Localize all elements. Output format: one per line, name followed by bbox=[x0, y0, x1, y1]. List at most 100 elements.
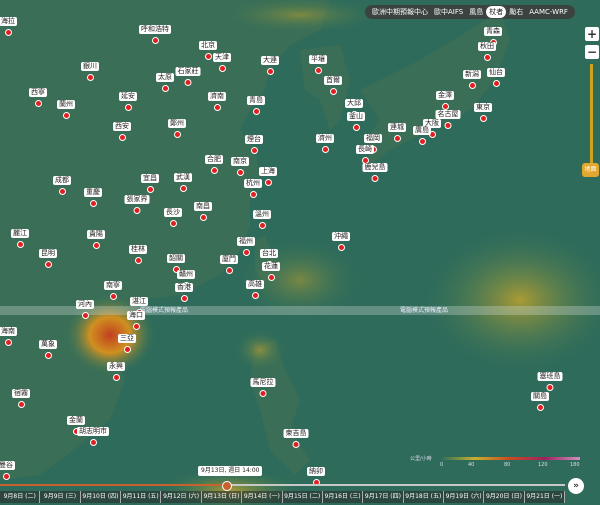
timeline-day[interactable]: 9月21日 (一) bbox=[524, 491, 566, 503]
city-marker[interactable]: 海南 bbox=[0, 327, 17, 346]
city-marker[interactable]: 河內 bbox=[76, 300, 94, 319]
city-marker[interactable]: 張家界 bbox=[124, 195, 150, 214]
city-label: 名古屋 bbox=[435, 110, 461, 119]
city-marker[interactable]: 宿霧 bbox=[12, 389, 30, 408]
timeline-day[interactable]: 9月17日 (四) bbox=[363, 491, 404, 503]
city-marker[interactable]: 鹿兒島 bbox=[362, 163, 388, 182]
timeline-knob[interactable] bbox=[222, 481, 232, 491]
city-marker[interactable]: 柬吉島 bbox=[283, 429, 309, 448]
model-tab[interactable]: 歐中AIFS bbox=[431, 6, 466, 18]
city-marker[interactable]: 廣島 bbox=[413, 126, 431, 145]
city-marker[interactable]: 平壤 bbox=[309, 55, 327, 74]
city-marker[interactable]: 西寧 bbox=[29, 88, 47, 107]
city-label: 長沙 bbox=[164, 208, 182, 217]
location-dot-icon bbox=[133, 207, 141, 214]
city-marker[interactable]: 石家莊 bbox=[175, 67, 201, 86]
city-marker[interactable]: 蘭州 bbox=[57, 100, 75, 119]
timeline-day[interactable]: 9月16日 (三) bbox=[322, 491, 364, 503]
city-marker[interactable]: 秋田 bbox=[478, 42, 496, 61]
city-marker[interactable]: 長崎 bbox=[356, 145, 374, 164]
next-day-button[interactable]: » bbox=[568, 478, 584, 494]
city-marker[interactable]: 金澤 bbox=[436, 91, 454, 110]
city-marker[interactable]: 合肥 bbox=[205, 155, 223, 174]
timeline-day[interactable]: 9月18日 (五) bbox=[403, 491, 444, 503]
zoom-in-button[interactable]: + bbox=[585, 27, 599, 41]
timeline-day[interactable]: 9月20日 (日) bbox=[484, 491, 525, 503]
city-marker[interactable]: 東京 bbox=[474, 103, 492, 122]
zoom-out-button[interactable]: − bbox=[585, 45, 599, 59]
altitude-slider-knob[interactable]: 地面 bbox=[582, 163, 599, 177]
city-label: 北京 bbox=[199, 41, 217, 50]
city-label: 宿霧 bbox=[12, 389, 30, 398]
city-marker[interactable]: 南昌 bbox=[194, 202, 212, 221]
city-marker[interactable]: 宜昌 bbox=[141, 174, 159, 193]
city-marker[interactable]: 仙台 bbox=[487, 68, 505, 87]
city-marker[interactable]: 濟州 bbox=[316, 134, 334, 153]
city-label: 海南 bbox=[0, 327, 17, 336]
city-marker[interactable]: 香港 bbox=[175, 283, 193, 302]
city-marker[interactable]: 萬象 bbox=[39, 340, 57, 359]
timeline-day[interactable]: 9月13日 (日) bbox=[201, 491, 243, 503]
city-marker[interactable]: 桂林 bbox=[129, 245, 147, 264]
city-marker[interactable]: 馬尼拉 bbox=[250, 378, 276, 397]
location-dot-icon bbox=[62, 112, 70, 119]
city-marker[interactable]: 釜山 bbox=[347, 112, 365, 131]
city-marker[interactable]: 西安 bbox=[113, 122, 131, 141]
timeline-day[interactable]: 9月11日 (五) bbox=[121, 491, 162, 503]
city-marker[interactable]: 武漢 bbox=[174, 173, 192, 192]
city-marker[interactable]: 福州 bbox=[237, 237, 255, 256]
city-marker[interactable]: 首爾 bbox=[324, 76, 342, 95]
city-marker[interactable]: 鄭州 bbox=[168, 119, 186, 138]
city-marker[interactable]: 昆明 bbox=[39, 249, 57, 268]
city-marker[interactable]: 海拉 bbox=[0, 17, 17, 36]
model-tab[interactable]: 風島 bbox=[466, 6, 486, 18]
city-marker[interactable]: 海口 bbox=[127, 311, 145, 330]
city-marker[interactable]: 呼和浩特 bbox=[139, 25, 171, 44]
timeline-day[interactable]: 9月15日 (二) bbox=[282, 491, 323, 503]
city-marker[interactable]: 溫州 bbox=[253, 210, 271, 229]
city-marker[interactable]: 大連 bbox=[261, 56, 279, 75]
timeline-day[interactable]: 9月8日 (二) bbox=[0, 491, 41, 503]
city-marker[interactable]: 塞班島 bbox=[537, 372, 563, 391]
city-marker[interactable]: 貴陽 bbox=[87, 230, 105, 249]
timeline-day[interactable]: 9月9日 (三) bbox=[40, 491, 81, 503]
city-marker[interactable]: 三亞 bbox=[118, 334, 136, 353]
timeline-day[interactable]: 9月14日 (一) bbox=[242, 491, 283, 503]
timeline-day[interactable]: 9月12日 (六) bbox=[161, 491, 202, 503]
city-marker[interactable]: 天津 bbox=[213, 53, 231, 72]
city-marker[interactable]: 煙台 bbox=[245, 135, 263, 154]
city-marker[interactable]: 關島 bbox=[531, 392, 549, 411]
city-marker[interactable]: 永興 bbox=[107, 362, 125, 381]
city-marker[interactable]: 成都 bbox=[53, 176, 71, 195]
timeline-day[interactable]: 9月19日 (六) bbox=[443, 491, 485, 503]
timeline-day[interactable]: 9月10日 (四) bbox=[80, 491, 122, 503]
model-tab[interactable]: AAMC-WRF bbox=[526, 7, 571, 17]
city-marker[interactable]: 南寧 bbox=[104, 281, 122, 300]
city-marker[interactable]: 南京 bbox=[231, 157, 249, 176]
city-marker[interactable]: 長沙 bbox=[164, 208, 182, 227]
altitude-slider-track[interactable] bbox=[590, 64, 593, 164]
city-marker[interactable]: 杭州 bbox=[244, 179, 262, 198]
model-tab[interactable]: 歐洲中期預報中心 bbox=[369, 6, 431, 18]
city-marker[interactable]: 花蓮 bbox=[262, 262, 280, 281]
model-tab[interactable]: 杖者 bbox=[486, 6, 507, 18]
city-marker[interactable]: 高雄 bbox=[246, 280, 264, 299]
city-marker[interactable]: 沖繩 bbox=[332, 232, 350, 251]
city-marker[interactable]: 麗江 bbox=[11, 229, 29, 248]
city-marker[interactable]: 延安 bbox=[119, 92, 137, 111]
city-marker[interactable]: 廈門 bbox=[220, 255, 238, 274]
city-marker[interactable]: 銀川 bbox=[81, 62, 99, 81]
city-marker[interactable]: 重慶 bbox=[84, 188, 102, 207]
city-marker[interactable]: 青島 bbox=[247, 96, 265, 115]
city-marker[interactable]: 胡志明市 bbox=[77, 427, 109, 446]
city-label: 濟南 bbox=[208, 92, 226, 101]
city-marker[interactable]: 連城 bbox=[388, 123, 406, 142]
city-label: 青森 bbox=[484, 27, 502, 36]
city-label: 大連 bbox=[261, 56, 279, 65]
city-marker[interactable]: 新潟 bbox=[463, 70, 481, 89]
city-marker[interactable]: 太原 bbox=[156, 73, 174, 92]
city-marker[interactable]: 濟南 bbox=[208, 92, 226, 111]
model-tab[interactable]: 颱右 bbox=[506, 6, 526, 18]
city-label: 胡志明市 bbox=[77, 427, 109, 436]
city-label: 關島 bbox=[531, 392, 549, 401]
